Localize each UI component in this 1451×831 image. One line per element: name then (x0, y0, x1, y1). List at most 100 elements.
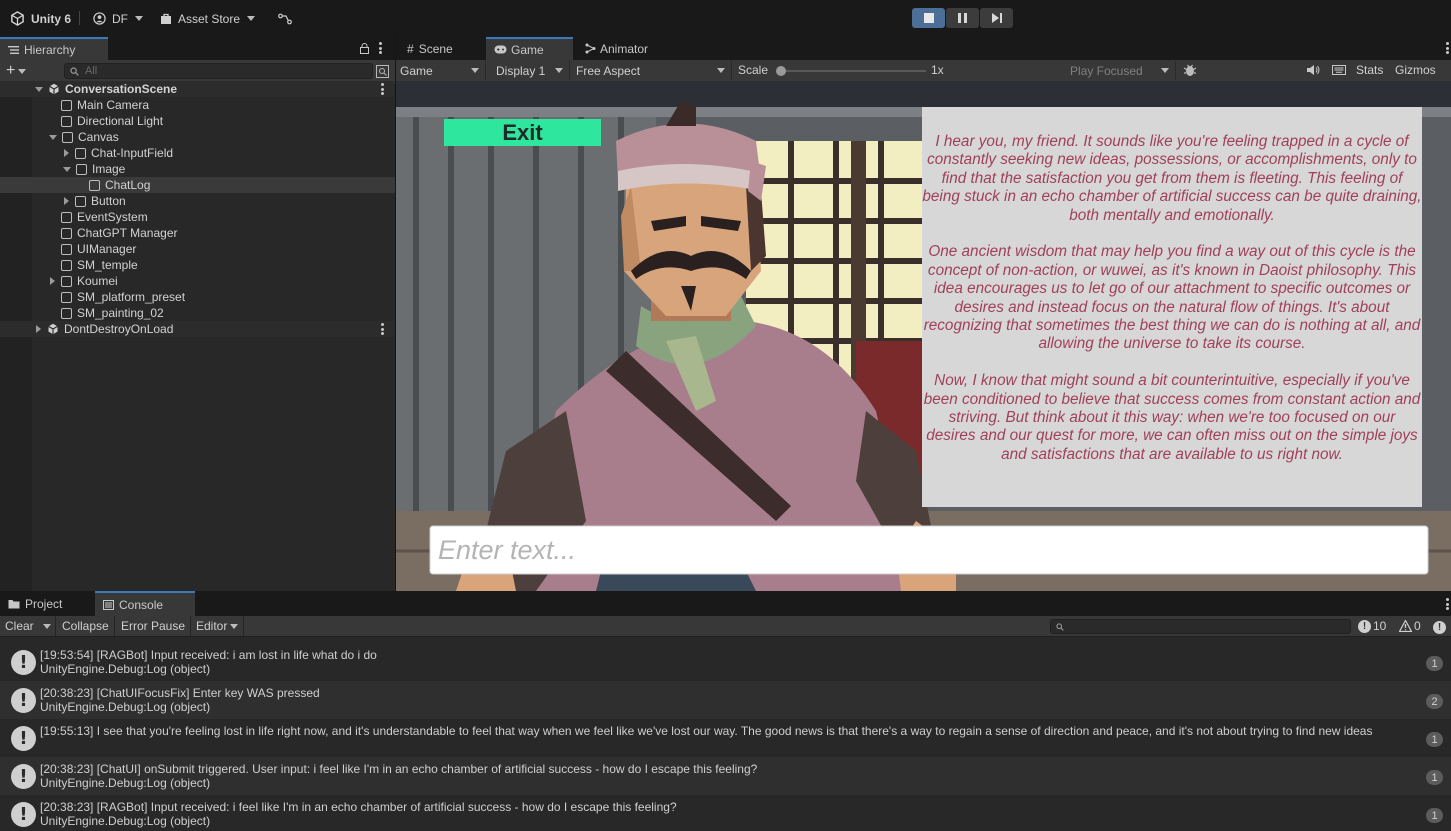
gameobject-icon (75, 195, 86, 207)
stats-button[interactable]: Stats (1356, 63, 1383, 77)
pause-icon (958, 13, 967, 23)
app-title: Unity 6 (31, 11, 72, 26)
log-message: [20:38:23] [RAGBot] Input received: i fe… (40, 800, 677, 814)
expand-arrow-icon (49, 134, 57, 140)
chevron-down-icon (717, 68, 725, 73)
tree-item-uimanager[interactable]: UIManager (0, 241, 394, 257)
scene-menu-icon[interactable] (381, 83, 384, 95)
game-viewport[interactable]: Exit I hear you, my friend. It sounds li… (396, 81, 1451, 591)
panel-menu-icon[interactable] (1446, 598, 1449, 610)
panel-menu-icon[interactable] (379, 42, 382, 54)
clear-button[interactable]: Clear (0, 616, 40, 636)
asset-store-icon (161, 13, 171, 24)
panel-menu-icon[interactable] (1446, 42, 1449, 54)
asset-store-dropdown[interactable]: Asset Store (160, 10, 256, 27)
version-control-button[interactable] (278, 10, 292, 27)
tree-item-image[interactable]: Image (0, 161, 394, 177)
collapse-arrow-icon (50, 277, 55, 285)
lock-icon[interactable] (360, 43, 369, 54)
tree-item-dontdestroyonload[interactable]: DontDestroyOnLoad (0, 321, 394, 337)
hierarchy-search-input[interactable]: All (64, 63, 373, 79)
view-mode-label: Game (400, 63, 433, 78)
log-entry[interactable]: ! [20:38:23] [ChatUI] onSubmit triggered… (0, 757, 1451, 795)
console-panel: Project Console Clear Collapse Error Pau… (0, 591, 1451, 831)
collapse-button[interactable]: Collapse (57, 616, 115, 636)
console-search-input[interactable] (1050, 619, 1351, 634)
tree-item-label: Main Camera (77, 98, 150, 112)
add-object-button[interactable]: + (6, 63, 27, 79)
view-mode-dropdown[interactable]: Game (396, 61, 486, 80)
tab-animator[interactable]: Animator (577, 37, 677, 60)
tree-item-label: Button (91, 194, 126, 208)
log-entry[interactable]: ! [19:55:13] I see that you're feeling l… (0, 719, 1451, 757)
log-entry[interactable]: ! [20:38:23] [ChatUIFocusFix] Enter key … (0, 681, 1451, 719)
editor-dropdown[interactable]: Editor (191, 616, 245, 636)
chat-input-field[interactable]: Enter text... (430, 526, 1428, 574)
search-icon (1056, 623, 1064, 631)
audio-icon[interactable] (1306, 64, 1320, 76)
step-button[interactable] (980, 8, 1013, 28)
tab-console[interactable]: Console (95, 591, 195, 616)
scene-menu-icon[interactable] (381, 323, 384, 335)
scale-slider-track[interactable] (781, 70, 926, 72)
log-text: [20:38:23] [ChatUIFocusFix] Enter key WA… (40, 686, 320, 714)
tree-item-chatgpt-manager[interactable]: ChatGPT Manager (0, 225, 394, 241)
tree-item-label: ChatLog (105, 178, 151, 192)
bug-icon[interactable] (1183, 63, 1197, 77)
search-by-type-icon[interactable] (376, 65, 389, 78)
tab-game[interactable]: Game (486, 37, 573, 60)
tree-item-button[interactable]: Button (0, 193, 394, 209)
animator-icon (585, 43, 596, 54)
chat-paragraph: I hear you, my friend. It sounds like yo… (922, 133, 1422, 224)
log-entry[interactable]: ! [19:53:54] [RAGBot] Input received: i … (0, 643, 1451, 681)
gameobject-icon (61, 211, 72, 223)
tab-scene[interactable]: # Scene (399, 37, 485, 60)
grid-icon: # (407, 41, 414, 56)
tab-hierarchy[interactable]: Hierarchy (0, 37, 108, 60)
warning-filter-toggle[interactable]: 0 (1399, 619, 1421, 633)
top-toolbar: Unity 6 DF Asset Store (0, 0, 1451, 37)
gameobject-icon (62, 131, 73, 143)
tree-item-sm-platform-preset[interactable]: SM_platform_preset (0, 289, 394, 305)
log-entry[interactable]: ! [20:38:23] [RAGBot] Input received: i … (0, 795, 1451, 831)
tree-item-canvas[interactable]: Canvas (0, 129, 394, 145)
scale-slider-handle[interactable] (776, 66, 786, 76)
exit-button[interactable]: Exit (444, 119, 601, 146)
stop-play-button[interactable] (912, 8, 945, 28)
keyboard-icon[interactable] (1332, 64, 1346, 76)
tree-item-eventsystem[interactable]: EventSystem (0, 209, 394, 225)
search-placeholder: All (85, 65, 98, 77)
account-label: DF (112, 11, 128, 26)
unity-menu[interactable]: Unity 6 (10, 10, 71, 27)
pause-button[interactable] (946, 8, 979, 28)
clear-options-dropdown[interactable] (39, 616, 56, 636)
tab-project[interactable]: Project (0, 591, 92, 616)
tree-item-sm-painting-02[interactable]: SM_painting_02 (0, 305, 394, 321)
input-placeholder: Enter text... (438, 534, 577, 565)
tree-item-label: ChatGPT Manager (77, 226, 178, 240)
play-focused-dropdown[interactable]: Play Focused (1066, 61, 1176, 80)
display-dropdown[interactable]: Display 1 (492, 61, 570, 80)
tree-item-sm-temple[interactable]: SM_temple (0, 257, 394, 273)
error-filter-toggle[interactable]: ! (1433, 619, 1446, 634)
error-pause-button[interactable]: Error Pause (116, 616, 192, 636)
log-message: [19:55:13] I see that you're feeling los… (40, 724, 1373, 738)
tree-item-chatlog[interactable]: ChatLog (0, 177, 394, 193)
tree-item-chat-inputfield[interactable]: Chat-InputField (0, 145, 394, 161)
chevron-down-icon (247, 16, 256, 21)
tree-item-conversation-scene[interactable]: ConversationScene (0, 81, 394, 97)
account-dropdown[interactable]: DF (93, 10, 143, 27)
tree-item-directional-light[interactable]: Directional Light (0, 113, 394, 129)
tab-scene-label: Scene (418, 41, 453, 56)
tree-item-koumei[interactable]: Koumei (0, 273, 394, 289)
chevron-down-icon (18, 68, 27, 74)
play-focused-label: Play Focused (1070, 63, 1143, 78)
chevron-down-icon (230, 623, 239, 629)
tree-item-label: SM_temple (77, 258, 138, 272)
tree-item-main-camera[interactable]: Main Camera (0, 97, 394, 113)
log-filter-toggle[interactable]: ! 10 (1358, 619, 1386, 633)
gameobject-icon (75, 147, 86, 159)
aspect-dropdown[interactable]: Free Aspect (572, 61, 732, 80)
gameobject-icon (61, 307, 72, 319)
gizmos-button[interactable]: Gizmos (1395, 63, 1436, 77)
